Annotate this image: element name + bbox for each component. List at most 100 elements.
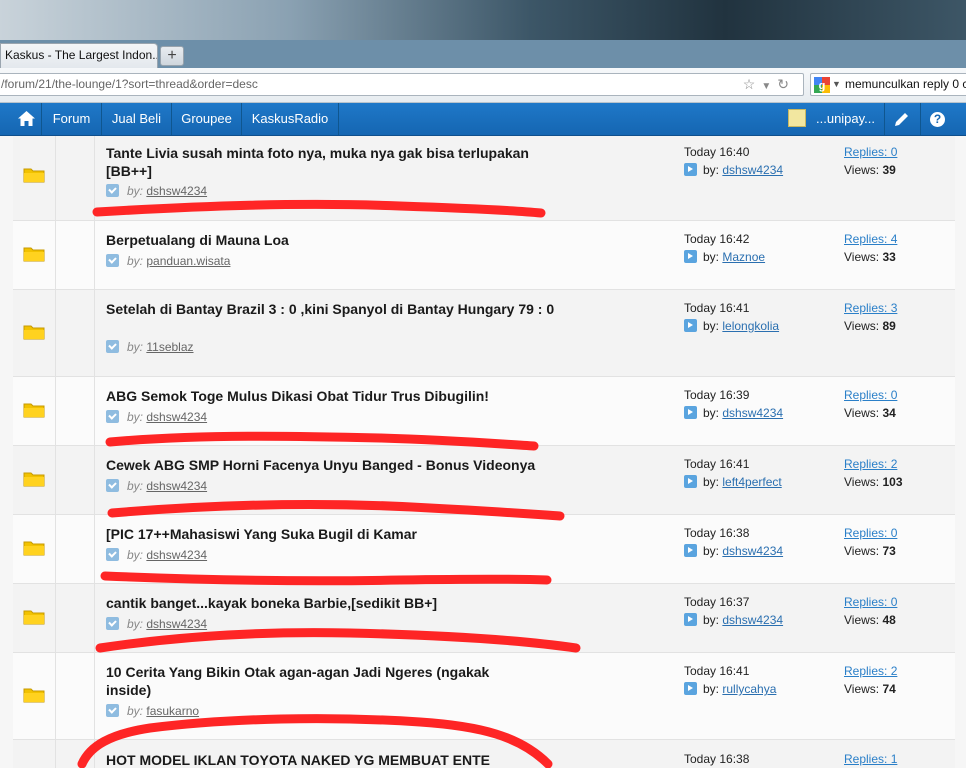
goto-last-post-icon[interactable] [684, 406, 697, 419]
column-divider [55, 740, 56, 768]
thread-title[interactable]: Setelah di Bantay Brazil 3 : 0 ,kini Spa… [106, 300, 566, 318]
dropdown-icon[interactable]: ▼ [761, 81, 777, 92]
author-link[interactable]: dshsw4234 [146, 479, 207, 493]
nav-home[interactable] [0, 103, 42, 135]
thread-author-line: by: dshsw4234 [106, 479, 207, 493]
checkbox-icon[interactable] [106, 184, 119, 197]
replies-link[interactable]: Replies: 0 [844, 526, 897, 540]
checkbox-icon[interactable] [106, 340, 119, 353]
thread-title[interactable]: Berpetualang di Mauna Loa [106, 231, 566, 249]
thread-row: Cewek ABG SMP Horni Facenya Unyu Banged … [13, 446, 955, 515]
last-post-time: Today 16:39 [684, 388, 750, 402]
nav-separator [920, 103, 921, 135]
thread-title[interactable]: 10 Cerita Yang Bikin Otak agan-agan Jadi… [106, 663, 526, 699]
thread-author-line: by: dshsw4234 [106, 617, 207, 631]
by-label: by: [703, 682, 720, 696]
goto-last-post-icon[interactable] [684, 544, 697, 557]
views-value: 74 [882, 682, 896, 696]
new-tab-button[interactable]: + [160, 46, 184, 66]
author-link[interactable]: fasukarno [146, 704, 199, 718]
author-link[interactable]: 11seblaz [146, 340, 193, 354]
last-poster-link[interactable]: Maznoe [722, 250, 765, 264]
nav-groupee[interactable]: Groupee [172, 103, 242, 135]
views-value: 73 [882, 544, 896, 558]
bookmark-star-icon[interactable]: ☆ [743, 76, 762, 92]
checkbox-icon[interactable] [106, 254, 119, 267]
author-link[interactable]: panduan.wisata [146, 254, 230, 268]
search-bar[interactable]: g ▼ memunculkan reply 0 c [810, 73, 966, 96]
folder-icon [23, 403, 45, 418]
checkbox-icon[interactable] [106, 410, 119, 423]
folder-icon [23, 472, 45, 487]
nav-kaskusradio[interactable]: KaskusRadio [242, 103, 339, 135]
views-count: Views: 39 [844, 163, 896, 177]
last-poster-link[interactable]: dshsw4234 [722, 406, 783, 420]
address-bar[interactable]: /forum/21/the-lounge/1?sort=thread&order… [0, 73, 804, 96]
nav-forum[interactable]: Forum [42, 103, 102, 135]
last-post-by: by: rullycahya [684, 682, 776, 696]
replies-link[interactable]: Replies: 2 [844, 664, 897, 678]
search-input[interactable]: memunculkan reply 0 c [845, 74, 966, 95]
replies-link[interactable]: Replies: 1 [844, 752, 897, 766]
by-label: by: [703, 613, 720, 627]
thread-author-line: by: dshsw4234 [106, 548, 207, 562]
goto-last-post-icon[interactable] [684, 163, 697, 176]
thread-title[interactable]: Tante Livia susah minta foto nya, muka n… [106, 144, 566, 180]
replies-link[interactable]: Replies: 0 [844, 145, 897, 159]
notification-icon[interactable] [788, 109, 806, 127]
search-engine-dropdown-icon[interactable]: ▼ [832, 74, 841, 95]
help-icon[interactable]: ? [930, 112, 945, 127]
checkbox-icon[interactable] [106, 479, 119, 492]
goto-last-post-icon[interactable] [684, 682, 697, 695]
last-post-time: Today 16:41 [684, 664, 750, 678]
folder-icon [23, 541, 45, 556]
goto-last-post-icon[interactable] [684, 613, 697, 626]
replies-link[interactable]: Replies: 0 [844, 595, 897, 609]
pencil-icon[interactable] [894, 112, 909, 127]
reload-icon[interactable]: ↻ [777, 76, 795, 92]
goto-last-post-icon[interactable] [684, 250, 697, 263]
nav-username[interactable]: ...unipay... [816, 103, 875, 135]
views-count: Views: 34 [844, 406, 896, 420]
checkbox-icon[interactable] [106, 548, 119, 561]
replies-link[interactable]: Replies: 4 [844, 232, 897, 246]
replies-link[interactable]: Replies: 0 [844, 388, 897, 402]
last-poster-link[interactable]: rullycahya [722, 682, 776, 696]
last-poster-link[interactable]: dshsw4234 [722, 163, 783, 177]
checkbox-icon[interactable] [106, 704, 119, 717]
by-label: by: [127, 254, 144, 268]
last-poster-link[interactable]: dshsw4234 [722, 544, 783, 558]
thread-row: Setelah di Bantay Brazil 3 : 0 ,kini Spa… [13, 290, 955, 377]
last-post-by: by: dshsw4234 [684, 544, 783, 558]
browser-tab[interactable]: Kaskus - The Largest Indon... [0, 43, 158, 68]
thread-title[interactable]: cantik banget...kayak boneka Barbie,[sed… [106, 594, 566, 612]
author-link[interactable]: dshsw4234 [146, 548, 207, 562]
thread-title[interactable]: Cewek ABG SMP Horni Facenya Unyu Banged … [106, 456, 566, 474]
author-link[interactable]: dshsw4234 [146, 410, 207, 424]
column-divider [94, 221, 95, 289]
views-count: Views: 89 [844, 319, 896, 333]
thread-title[interactable]: [PIC 17++Mahasiswi Yang Suka Bugil di Ka… [106, 525, 566, 543]
column-divider [94, 446, 95, 514]
views-label: Views: [844, 682, 880, 696]
thread-title[interactable]: ABG Semok Toge Mulus Dikasi Obat Tidur T… [106, 387, 566, 405]
by-label: by: [703, 319, 720, 333]
by-label: by: [127, 704, 144, 718]
thread-list-area: Tante Livia susah minta foto nya, muka n… [0, 136, 966, 768]
last-poster-link[interactable]: left4perfect [722, 475, 781, 489]
column-divider [55, 446, 56, 514]
last-poster-link[interactable]: dshsw4234 [722, 613, 783, 627]
replies-link[interactable]: Replies: 3 [844, 301, 897, 315]
nav-jual-beli[interactable]: Jual Beli [102, 103, 172, 135]
thread-author-line: by: dshsw4234 [106, 410, 207, 424]
checkbox-icon[interactable] [106, 617, 119, 630]
last-poster-link[interactable]: lelongkolia [722, 319, 779, 333]
author-link[interactable]: dshsw4234 [146, 617, 207, 631]
author-link[interactable]: dshsw4234 [146, 184, 207, 198]
thread-title[interactable]: HOT MODEL IKLAN TOYOTA NAKED YG MEMBUAT … [106, 751, 566, 768]
goto-last-post-icon[interactable] [684, 475, 697, 488]
goto-last-post-icon[interactable] [684, 319, 697, 332]
replies-link[interactable]: Replies: 2 [844, 457, 897, 471]
views-count: Views: 103 [844, 475, 903, 489]
column-divider [55, 584, 56, 652]
